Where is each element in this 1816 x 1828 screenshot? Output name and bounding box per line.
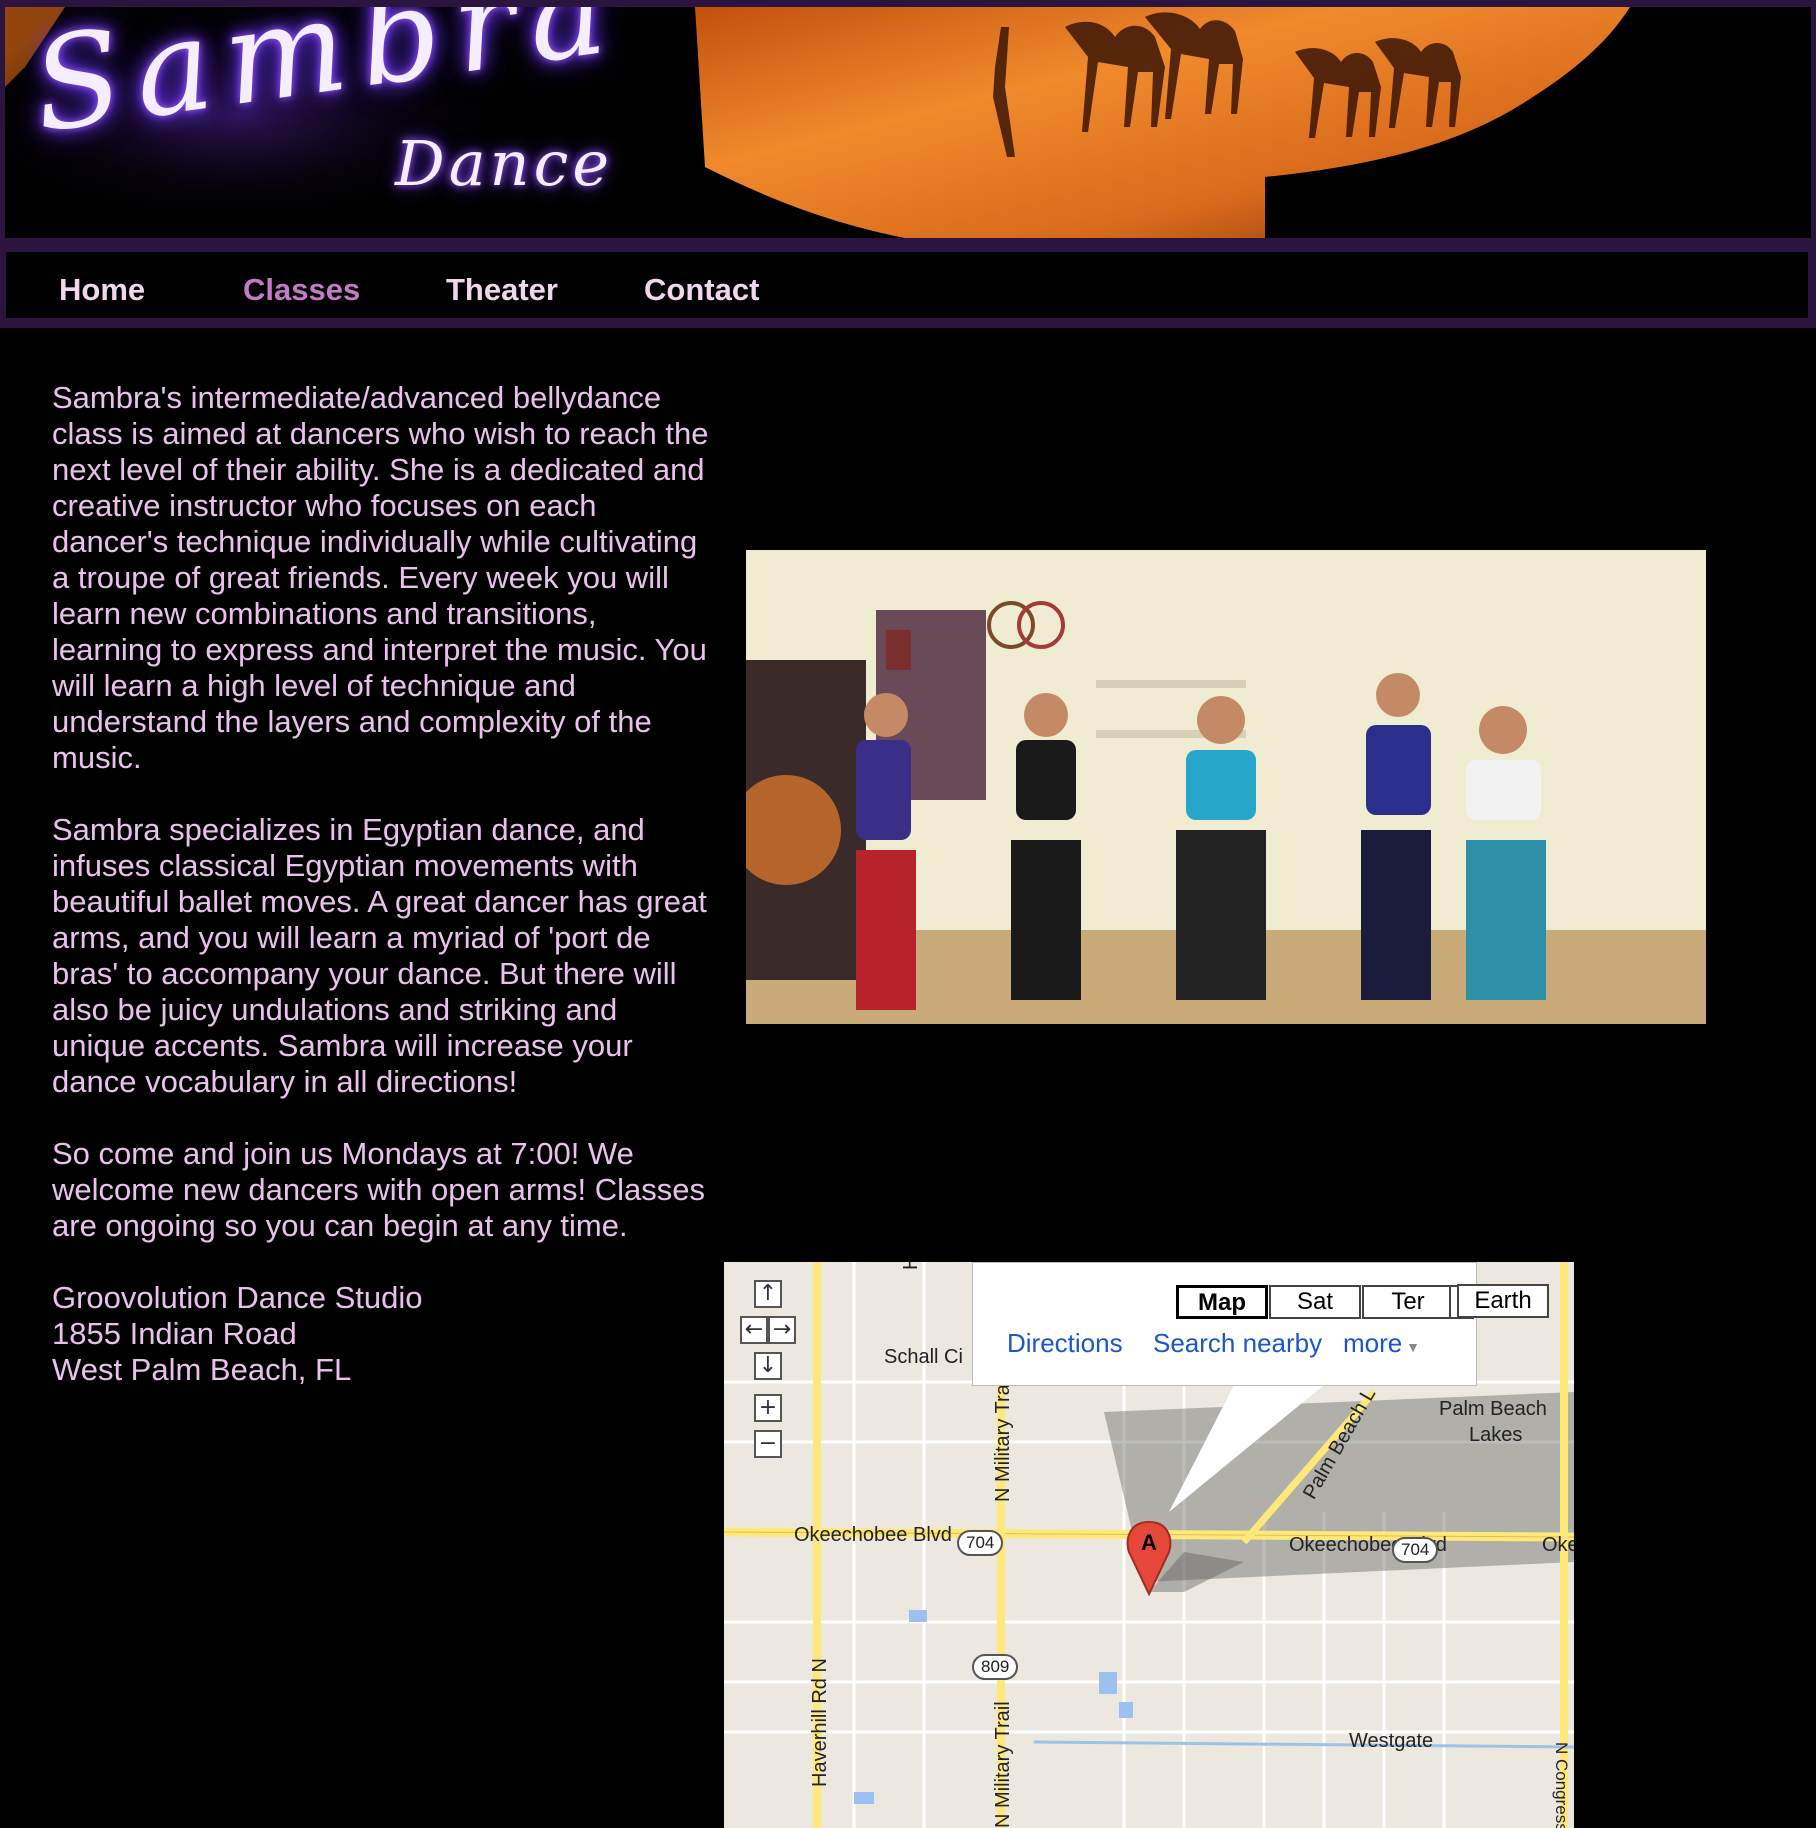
zoom-out-icon[interactable]: − [754, 1430, 782, 1458]
dance-class-photo [746, 550, 1706, 1024]
pan-down-icon[interactable]: ↓ [754, 1352, 782, 1380]
class-description: Sambra's intermediate/advanced bellydanc… [52, 380, 712, 1388]
pan-right-icon[interactable]: → [768, 1316, 796, 1344]
paragraph-intro: Sambra's intermediate/advanced bellydanc… [52, 380, 709, 775]
map-label-palm-beach-lakes: Palm Beach [1439, 1398, 1547, 1420]
chevron-down-icon: ▼ [1402, 1339, 1420, 1355]
map-label-okeechobee-left: Okeechobee Blvd [794, 1524, 952, 1546]
route-shield-704-left: 704 [957, 1530, 1004, 1556]
map-marker-a[interactable]: A [1141, 1530, 1157, 1556]
route-shield-704-right: 704 [1392, 1537, 1439, 1563]
map-type-earth[interactable]: Earth [1457, 1284, 1549, 1318]
directions-link[interactable]: Directions [1007, 1328, 1123, 1359]
address-city: West Palm Beach, FL [52, 1352, 352, 1387]
nav-classes[interactable]: Classes [243, 272, 360, 308]
logo-subtitle: Dance [395, 127, 614, 200]
nav-home[interactable]: Home [59, 272, 145, 308]
pan-up-icon[interactable]: ↑ [754, 1280, 782, 1308]
more-link[interactable]: more ▼ [1343, 1328, 1420, 1359]
nav-bar: Home Classes Theater Contact [6, 252, 1808, 318]
header-banner: Sambra Dance [0, 0, 1816, 244]
map-type-terrain[interactable]: Ter [1362, 1285, 1454, 1319]
map-type-satellite[interactable]: Sat [1269, 1285, 1361, 1319]
map-label-westgate: Westgate [1349, 1730, 1434, 1752]
map-label-oke: Oke [1542, 1534, 1574, 1556]
main-navigation: Home Classes Theater Contact [0, 244, 1816, 328]
map-type-map[interactable]: Map [1176, 1285, 1268, 1319]
map-label-schall: Schall Ci [884, 1346, 963, 1368]
map-label-n-congress: N Congress Ave [1552, 1742, 1571, 1828]
map-label-lakes: Lakes [1469, 1424, 1523, 1446]
google-map[interactable]: ↑ ← → ↓ + − Schall Ci Palm Beach Lakes O… [724, 1262, 1574, 1828]
map-label-n-military-bottom: N Military Trail [992, 1701, 1014, 1828]
dancers-illustration [746, 550, 1706, 1024]
nav-contact[interactable]: Contact [644, 272, 759, 308]
nav-theater[interactable]: Theater [446, 272, 558, 308]
banner-image: Sambra Dance [5, 7, 1811, 238]
map-info-window: Map Sat Ter Directions Search nearby mor… [972, 1262, 1477, 1386]
paragraph-join: So come and join us Mondays at 7:00! We … [52, 1136, 705, 1243]
map-label-ha: Ha [900, 1262, 923, 1270]
pan-left-icon[interactable]: ← [740, 1316, 768, 1344]
search-nearby-link[interactable]: Search nearby [1153, 1328, 1322, 1359]
map-label-haverhill: Haverhill Rd N [809, 1658, 831, 1787]
zoom-in-icon[interactable]: + [754, 1394, 782, 1422]
address-street: 1855 Indian Road [52, 1316, 297, 1351]
map-label-n-military-top: N Military Tra [992, 1384, 1014, 1502]
address-studio: Groovolution Dance Studio [52, 1280, 423, 1315]
route-shield-809: 809 [972, 1654, 1019, 1680]
paragraph-egyptian: Sambra specializes in Egyptian dance, an… [52, 812, 707, 1099]
more-link-label: more [1343, 1328, 1403, 1358]
